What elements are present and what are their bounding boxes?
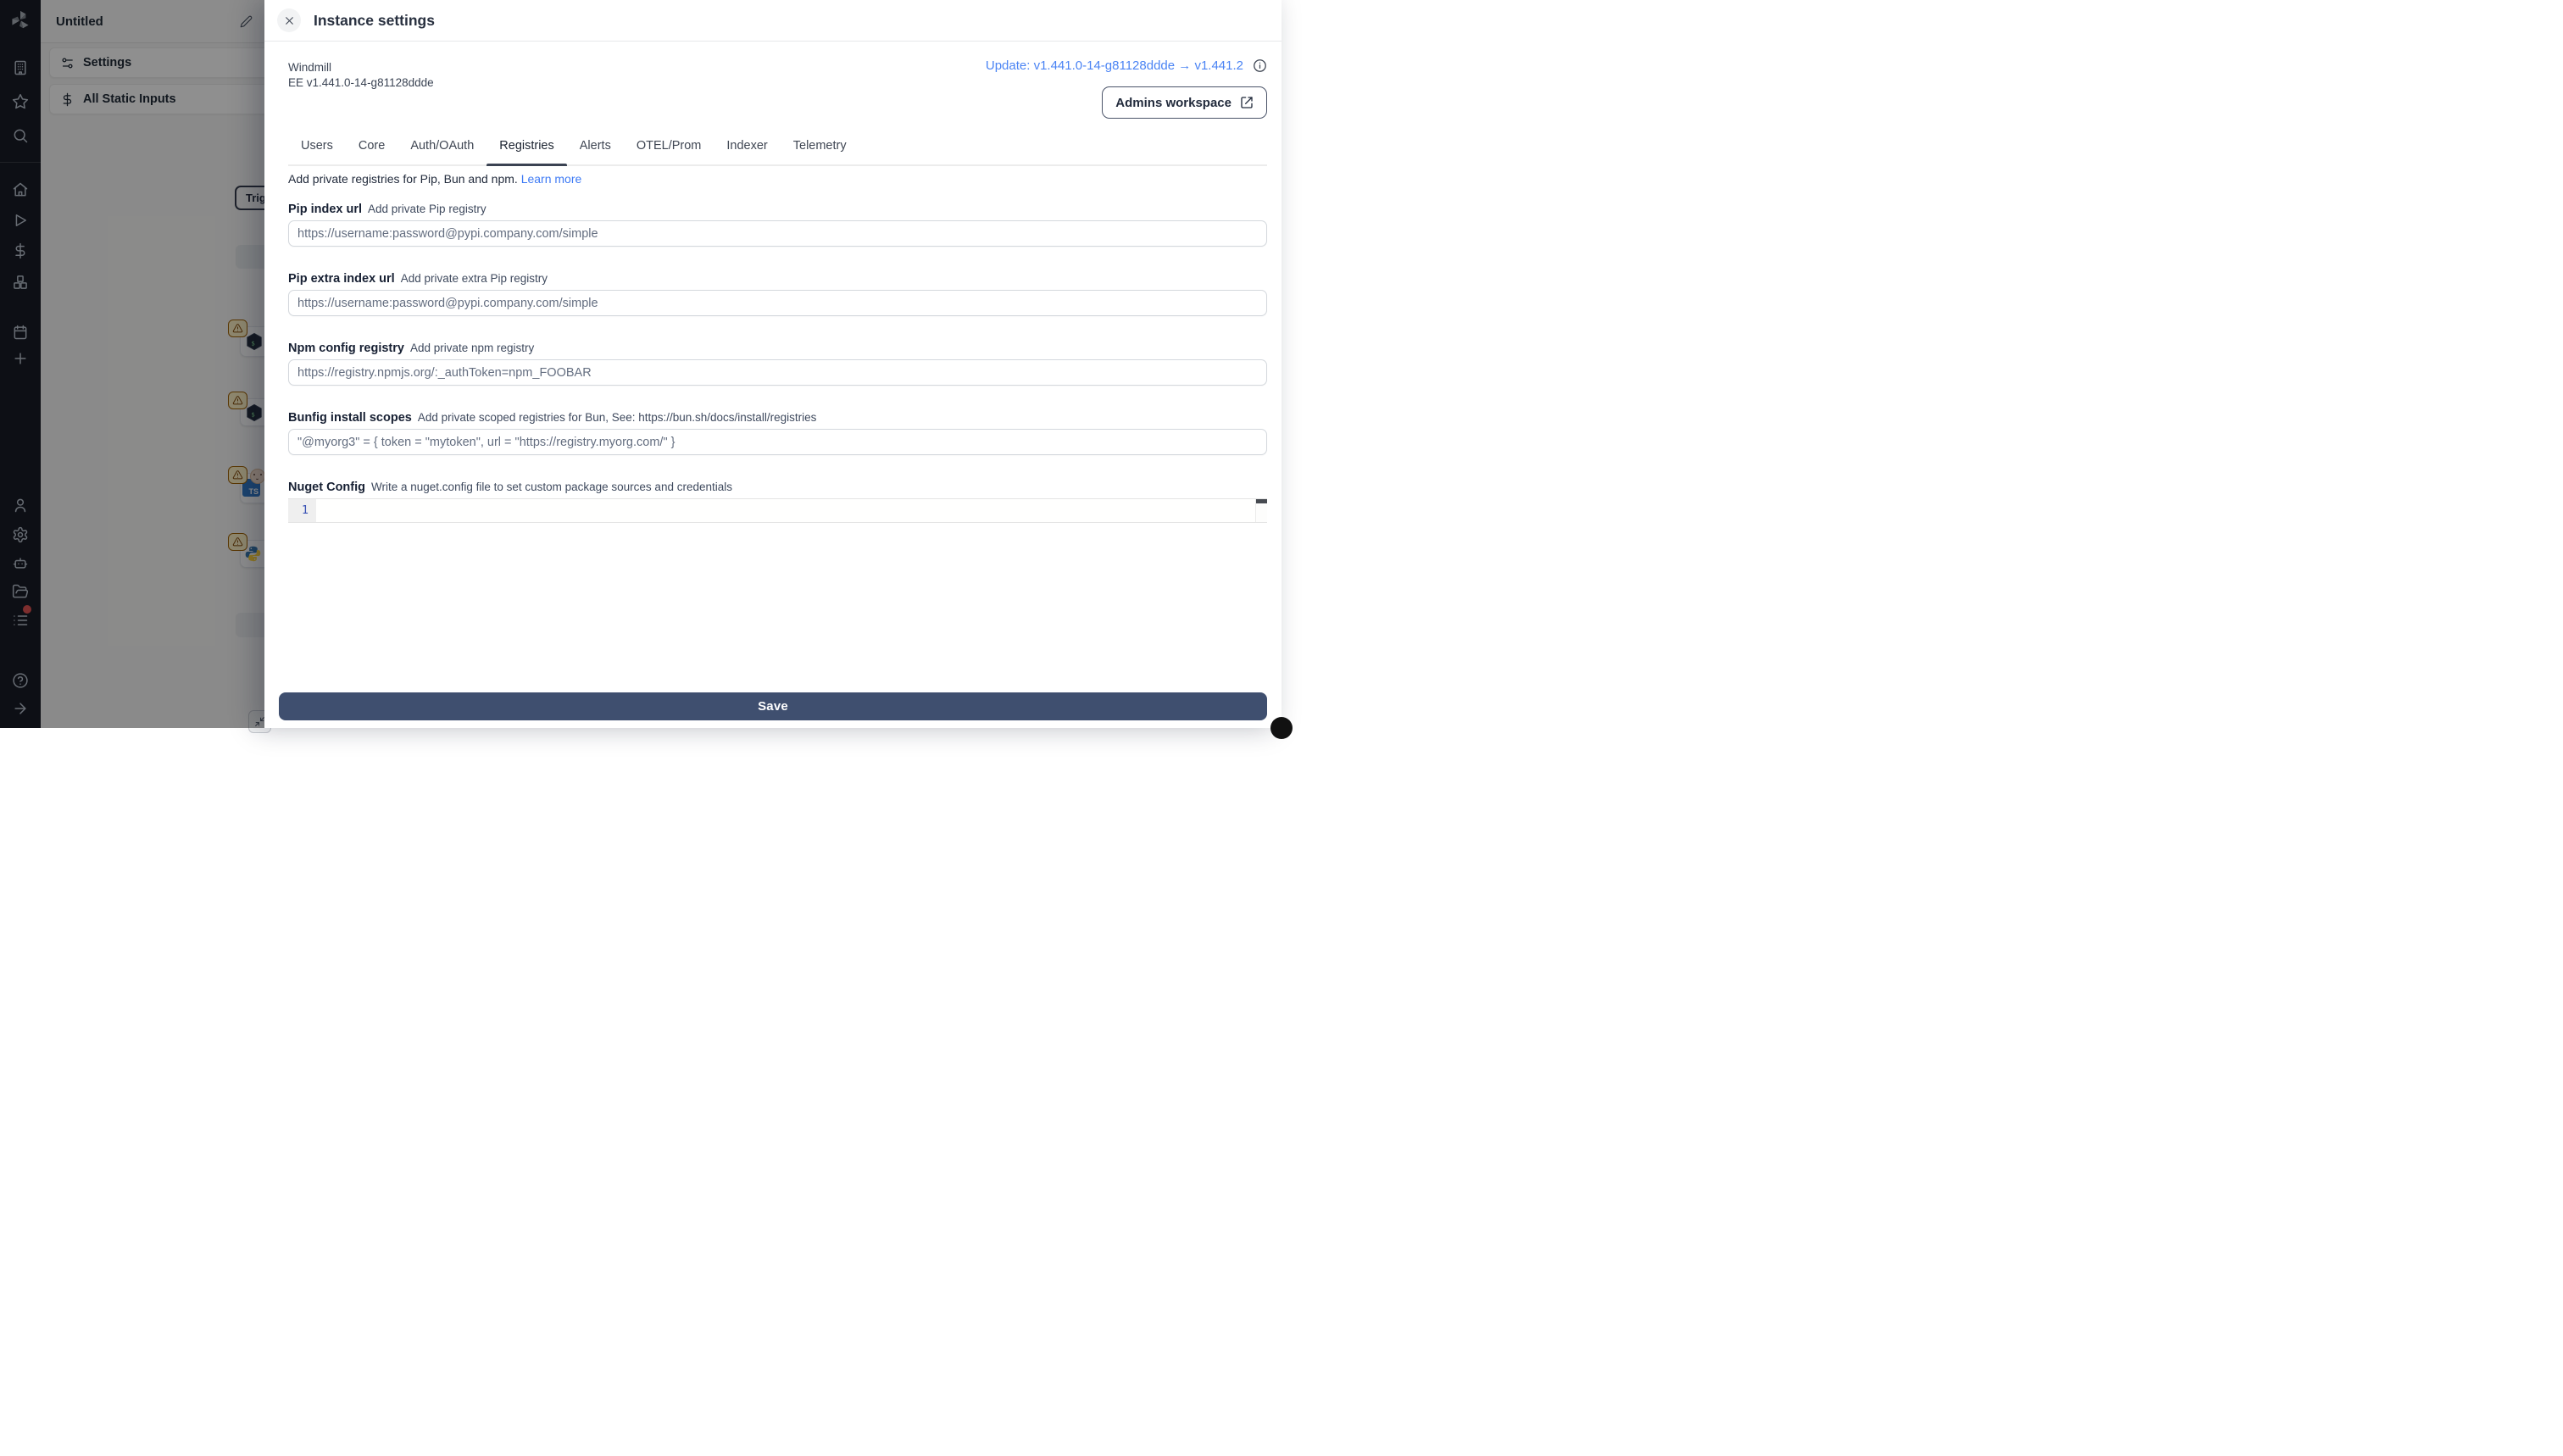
corner-widget[interactable] [1270, 717, 1293, 739]
close-icon[interactable] [277, 8, 301, 32]
admins-workspace-button[interactable]: Admins workspace [1102, 86, 1267, 119]
description-text: Add private registries for Pip, Bun and … [288, 172, 518, 186]
tab-otel-prom[interactable]: OTEL/Prom [624, 137, 714, 164]
field-hint: Add private scoped registries for Bun, S… [418, 411, 817, 424]
field-label: Pip extra index url [288, 272, 395, 286]
field-npm-config-registry: Npm config registry Add private npm regi… [288, 342, 1267, 386]
save-button[interactable]: Save [279, 692, 1267, 720]
editor-code-area[interactable] [316, 499, 1255, 522]
field-hint: Add private extra Pip registry [401, 272, 548, 285]
bunfig-install-scopes-input[interactable] [288, 429, 1267, 455]
tab-core[interactable]: Core [346, 137, 398, 164]
tab-auth-oauth[interactable]: Auth/OAuth [398, 137, 486, 164]
field-label: Bunfig install scopes [288, 411, 412, 425]
modal-header: Instance settings [264, 0, 1282, 42]
learn-more-link[interactable]: Learn more [521, 172, 582, 186]
npm-config-registry-input[interactable] [288, 359, 1267, 386]
instance-settings-modal: Instance settings Windmill EE v1.441.0-1… [264, 0, 1282, 728]
external-link-icon [1240, 96, 1254, 109]
info-icon[interactable] [1253, 58, 1267, 73]
field-nuget-config: Nuget Config Write a nuget.config file t… [288, 481, 1267, 523]
nuget-config-editor[interactable]: 1 [288, 498, 1267, 523]
version-text: EE v1.441.0-14-g81128ddde [288, 75, 434, 91]
field-label: Pip index url [288, 203, 362, 216]
tab-alerts[interactable]: Alerts [567, 137, 624, 164]
settings-tabs: Users Core Auth/OAuth Registries Alerts … [288, 137, 1267, 166]
field-hint: Add private npm registry [410, 342, 534, 354]
field-label: Npm config registry [288, 342, 404, 355]
field-pip-index-url: Pip index url Add private Pip registry [288, 203, 1267, 247]
tab-telemetry[interactable]: Telemetry [781, 137, 859, 164]
pip-index-url-input[interactable] [288, 220, 1267, 247]
tab-registries[interactable]: Registries [486, 137, 566, 164]
modal-body: Windmill EE v1.441.0-14-g81128ddde Updat… [264, 42, 1282, 729]
field-hint: Add private Pip registry [368, 203, 486, 215]
version-block: Windmill EE v1.441.0-14-g81128ddde [288, 60, 434, 90]
tab-indexer[interactable]: Indexer [714, 137, 780, 164]
pip-extra-index-url-input[interactable] [288, 290, 1267, 316]
tab-users[interactable]: Users [288, 137, 346, 164]
update-row: Update: v1.441.0-14-g81128ddde → v1.441.… [986, 58, 1267, 73]
admins-workspace-label: Admins workspace [1115, 96, 1231, 110]
editor-line-number: 1 [288, 499, 316, 522]
field-pip-extra-index-url: Pip extra index url Add private extra Pi… [288, 272, 1267, 316]
field-bunfig-install-scopes: Bunfig install scopes Add private scoped… [288, 411, 1267, 455]
app-name: Windmill [288, 60, 434, 75]
tab-description: Add private registries for Pip, Bun and … [288, 172, 581, 186]
editor-minimap-slider[interactable] [1256, 499, 1267, 503]
field-hint: Write a nuget.config file to set custom … [371, 481, 732, 493]
field-label: Nuget Config [288, 481, 365, 494]
modal-backdrop[interactable] [0, 0, 264, 728]
update-link[interactable]: Update: v1.441.0-14-g81128ddde → v1.441.… [986, 58, 1243, 73]
modal-title: Instance settings [314, 12, 435, 30]
editor-minimap[interactable] [1255, 499, 1267, 522]
